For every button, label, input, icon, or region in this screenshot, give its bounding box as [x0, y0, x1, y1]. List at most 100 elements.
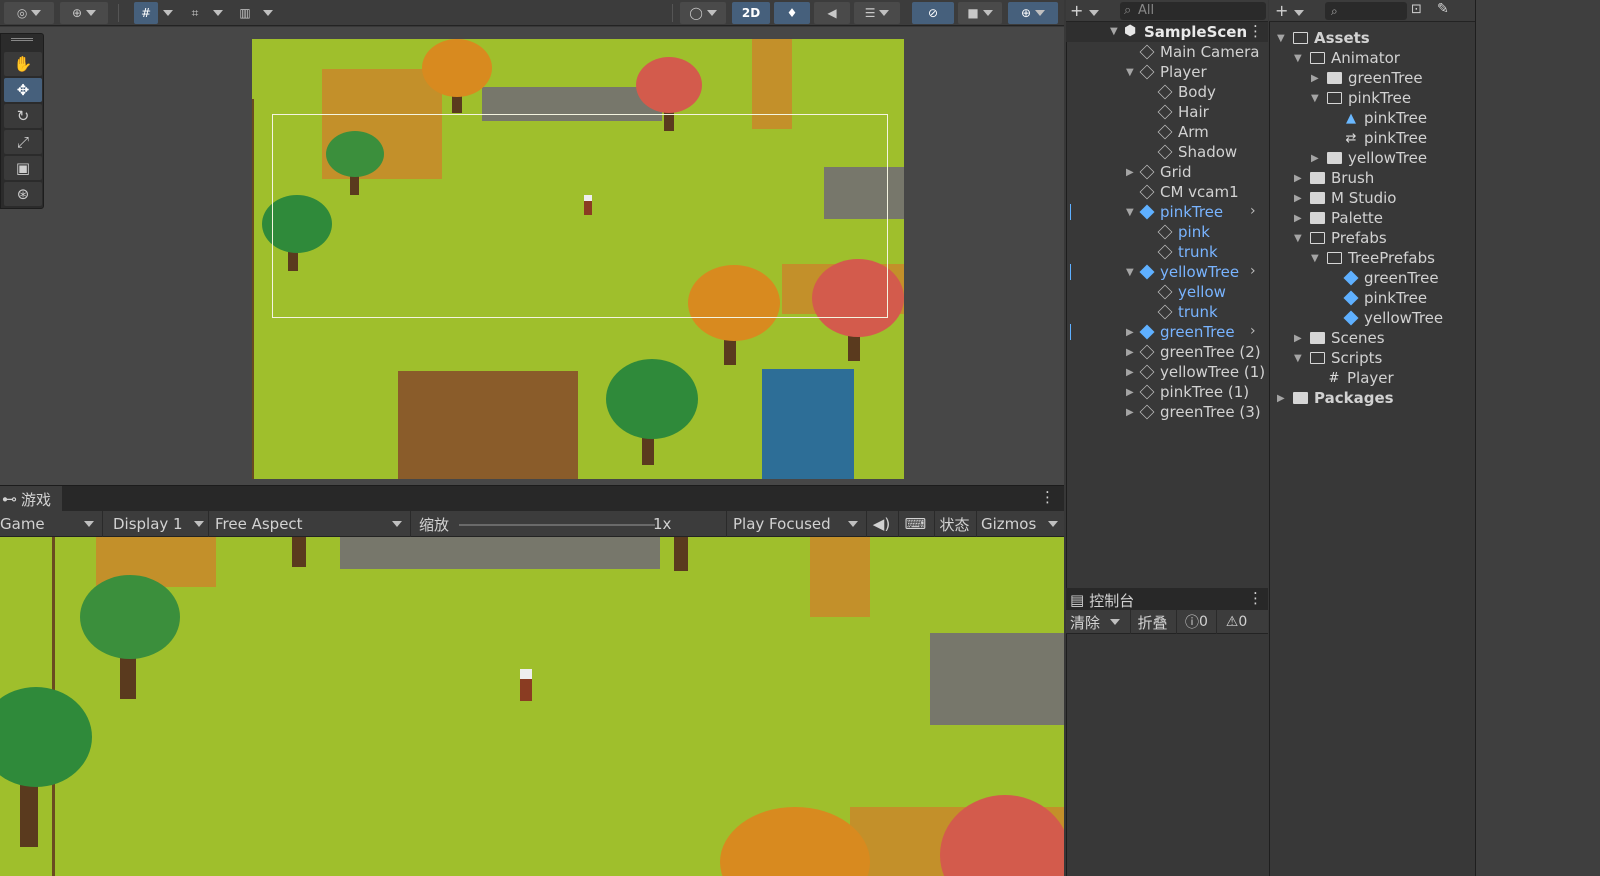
increment-snap-button[interactable]: ⌗ — [182, 2, 208, 24]
hierarchy-item[interactable]: ▶ greenTree (2) — [1126, 342, 1261, 362]
audio-button[interactable]: ◀ — [814, 2, 850, 24]
console-menu-icon[interactable]: ⋮ — [1248, 589, 1263, 607]
search-by-label-icon[interactable]: ✎ — [1437, 1, 1449, 17]
increment-snap-dropdown[interactable] — [210, 2, 226, 24]
hierarchy-item[interactable]: ▼ yellowTree — [1126, 262, 1239, 282]
console-clear-dropdown[interactable] — [1110, 612, 1120, 632]
hierarchy-item[interactable]: Body — [1157, 82, 1216, 102]
expand-arrow-icon[interactable]: ▶ — [1126, 407, 1134, 418]
console-error-toggle[interactable]: ⓘ 0 — [1176, 610, 1216, 634]
expand-arrow-icon[interactable]: ▶ — [1294, 193, 1302, 204]
visibility-button[interactable]: ⊘ — [912, 2, 954, 24]
shading-dropdown[interactable]: ◯ — [680, 2, 726, 24]
lighting-button[interactable]: ♦ — [774, 2, 810, 24]
expand-arrow-icon[interactable]: ▶ — [1311, 73, 1319, 84]
grid-snap-button[interactable]: # — [134, 2, 158, 24]
project-item[interactable]: yellowTree — [1343, 308, 1443, 328]
project-item[interactable]: greenTree — [1343, 268, 1439, 288]
hierarchy-item[interactable]: pink — [1157, 222, 1210, 242]
hierarchy-item[interactable]: Shadow — [1157, 142, 1237, 162]
draw-mode-dropdown[interactable]: ◎ — [4, 2, 54, 24]
expand-arrow-icon[interactable]: ▶ — [1126, 347, 1134, 358]
expand-arrow-icon[interactable]: ▶ — [1126, 387, 1134, 398]
console-clear-button[interactable]: 清除 — [1070, 612, 1100, 632]
project-item[interactable]: ▼ Assets — [1277, 28, 1370, 48]
scale-tool-button[interactable]: ⤢ — [4, 130, 42, 154]
play-mode-dropdown[interactable]: Play Focused — [726, 511, 864, 537]
hierarchy-item[interactable]: trunk — [1157, 242, 1218, 262]
expand-arrow-icon[interactable]: ▶ — [1126, 367, 1134, 378]
collapse-arrow-icon[interactable]: ▼ — [1311, 93, 1319, 104]
tab-console[interactable]: ▤ 控制台 — [1070, 590, 1134, 610]
project-item[interactable]: ▶ M Studio — [1294, 188, 1397, 208]
project-item[interactable]: ▶ yellowTree — [1311, 148, 1427, 168]
hierarchy-item[interactable]: Arm — [1157, 122, 1209, 142]
game-view[interactable] — [0, 537, 1064, 876]
expand-arrow-icon[interactable]: ▶ — [1126, 327, 1134, 338]
stats-button[interactable]: 状态 — [934, 511, 974, 537]
project-item[interactable]: ▼ Animator — [1294, 48, 1400, 68]
project-item[interactable]: ▲ pinkTree — [1344, 108, 1427, 128]
mode-2d-button[interactable]: 2D — [732, 2, 770, 24]
collapse-arrow-icon[interactable]: ▼ — [1126, 67, 1134, 78]
project-add-button[interactable]: + — [1275, 1, 1304, 20]
console-warning-toggle[interactable]: ⚠ 0 — [1216, 610, 1256, 634]
search-by-type-icon[interactable]: ⊡ — [1411, 2, 1422, 17]
collapse-arrow-icon[interactable]: ▼ — [1126, 267, 1134, 278]
project-item[interactable]: ▶ Scenes — [1294, 328, 1385, 348]
aspect-dropdown[interactable]: Free Aspect — [208, 511, 408, 537]
project-search-input[interactable]: ⌕ — [1325, 2, 1407, 20]
scene-view[interactable] — [0, 27, 1064, 485]
move-tool-button[interactable]: ✥ — [4, 78, 42, 102]
open-prefab-chevron-icon[interactable]: › — [1250, 263, 1256, 279]
hierarchy-item[interactable]: trunk — [1157, 302, 1218, 322]
project-item[interactable]: ▶ Palette — [1294, 208, 1383, 228]
hierarchy-add-button[interactable]: + — [1070, 1, 1099, 20]
hierarchy-item[interactable]: Main Camera — [1139, 42, 1259, 62]
collapse-arrow-icon[interactable]: ▼ — [1294, 233, 1302, 244]
project-item[interactable]: ▼ Prefabs — [1294, 228, 1387, 248]
open-prefab-chevron-icon[interactable]: › — [1250, 323, 1256, 339]
scene-header-row[interactable]: ▼ ⬢ SampleScen ⋮ — [1066, 22, 1268, 42]
project-item[interactable]: ▼ TreePrefabs — [1311, 248, 1435, 268]
rect-tool-button[interactable]: ▣ — [4, 156, 42, 180]
hierarchy-item[interactable]: ▶ yellowTree (1) — [1126, 362, 1265, 382]
project-item[interactable]: pinkTree — [1343, 288, 1427, 308]
scale-slider[interactable] — [459, 524, 655, 526]
transform-tool-button[interactable]: ⊛ — [4, 182, 42, 206]
project-item[interactable]: ⇄ pinkTree — [1344, 128, 1428, 148]
ruler-dropdown[interactable] — [260, 2, 276, 24]
project-item[interactable]: ▼ pinkTree — [1311, 88, 1411, 108]
expand-arrow-icon[interactable]: ▶ — [1277, 393, 1285, 404]
expand-arrow-icon[interactable]: ▶ — [1294, 333, 1302, 344]
hierarchy-item[interactable]: yellow — [1157, 282, 1226, 302]
mute-audio-button[interactable]: ◀) — [866, 511, 896, 537]
rotate-tool-button[interactable]: ↻ — [4, 104, 42, 128]
game-panel-menu-icon[interactable]: ⋮ — [1040, 488, 1055, 508]
hierarchy-item[interactable]: ▼ pinkTree — [1126, 202, 1223, 222]
collapse-arrow-icon[interactable]: ▼ — [1294, 53, 1302, 64]
display-dropdown[interactable]: Display 1 — [102, 511, 208, 537]
hierarchy-item[interactable]: ▶ greenTree — [1126, 322, 1235, 342]
collapse-arrow-icon[interactable]: ▼ — [1277, 33, 1285, 44]
hierarchy-item[interactable]: ▼ Player — [1126, 62, 1207, 82]
expand-arrow-icon[interactable]: ▶ — [1294, 173, 1302, 184]
project-item[interactable]: # Player — [1327, 368, 1394, 388]
hierarchy-item[interactable]: Hair — [1157, 102, 1209, 122]
grid-snap-dropdown[interactable] — [160, 2, 176, 24]
effects-dropdown[interactable]: ☰ — [854, 2, 900, 24]
ruler-button[interactable]: ▥ — [232, 2, 258, 24]
expand-arrow-icon[interactable]: ▶ — [1294, 213, 1302, 224]
expand-arrow-icon[interactable]: ▶ — [1311, 153, 1319, 164]
collapse-arrow-icon[interactable]: ▼ — [1294, 353, 1302, 364]
gizmos-dropdown[interactable]: ⊕ — [1008, 2, 1058, 24]
game-gizmos-dropdown[interactable]: Gizmos — [976, 511, 1064, 537]
hierarchy-item[interactable]: ▶ greenTree (3) — [1126, 402, 1261, 422]
project-item[interactable]: ▶ Packages — [1277, 388, 1394, 408]
hierarchy-item[interactable]: CM vcam1 — [1139, 182, 1239, 202]
project-item[interactable]: ▶ greenTree — [1311, 68, 1423, 88]
open-prefab-chevron-icon[interactable]: › — [1250, 203, 1256, 219]
hierarchy-item[interactable]: ▶ pinkTree (1) — [1126, 382, 1249, 402]
scene-menu-icon[interactable]: ⋮ — [1248, 22, 1263, 40]
keyboard-shortcuts-button[interactable]: ⌨ — [898, 511, 932, 537]
